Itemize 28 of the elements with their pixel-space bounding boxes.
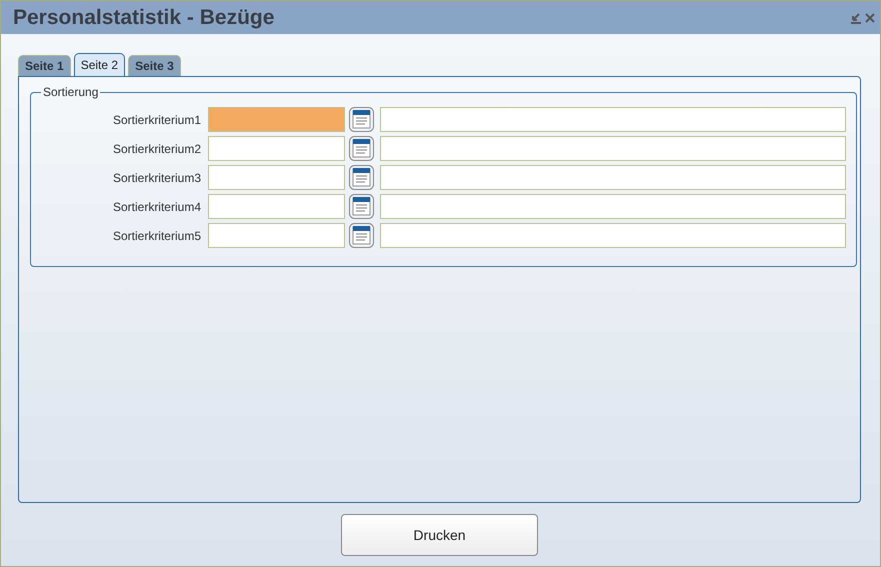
- list-picker-icon[interactable]: [349, 194, 374, 219]
- input-field[interactable]: [208, 136, 345, 161]
- field-label: Sortierkriterium1: [112, 112, 201, 126]
- list-picker-icon[interactable]: [349, 107, 374, 132]
- list-picker-icon[interactable]: [349, 223, 374, 248]
- input-field[interactable]: [208, 223, 345, 248]
- input-field[interactable]: [380, 194, 846, 219]
- close-icon[interactable]: [864, 12, 876, 24]
- field-label: Sortierkriterium3: [112, 170, 201, 184]
- input-field[interactable]: [380, 223, 846, 248]
- input-field[interactable]: [208, 194, 345, 219]
- list-picker-icon[interactable]: [349, 136, 374, 161]
- field-label: Sortierkriterium5: [112, 228, 201, 242]
- tab[interactable]: Seite 1: [18, 55, 71, 76]
- input-field[interactable]: [380, 107, 846, 132]
- group-title: Sortierung: [42, 85, 100, 99]
- list-picker-icon[interactable]: [349, 165, 374, 190]
- input-field[interactable]: [380, 165, 846, 190]
- input-field[interactable]: [380, 136, 846, 161]
- tab[interactable]: Seite 3: [128, 55, 181, 76]
- input-field[interactable]: [208, 165, 345, 190]
- field-label: Sortierkriterium4: [112, 200, 201, 214]
- field-label: Sortierkriterium2: [112, 142, 201, 156]
- window-title: Personalstatistik - Bezüge: [13, 6, 274, 30]
- tab[interactable]: Seite 2: [74, 53, 126, 76]
- print-button[interactable]: Drucken: [341, 514, 538, 556]
- minimize-icon[interactable]: [850, 12, 862, 24]
- input-field[interactable]: [208, 107, 345, 132]
